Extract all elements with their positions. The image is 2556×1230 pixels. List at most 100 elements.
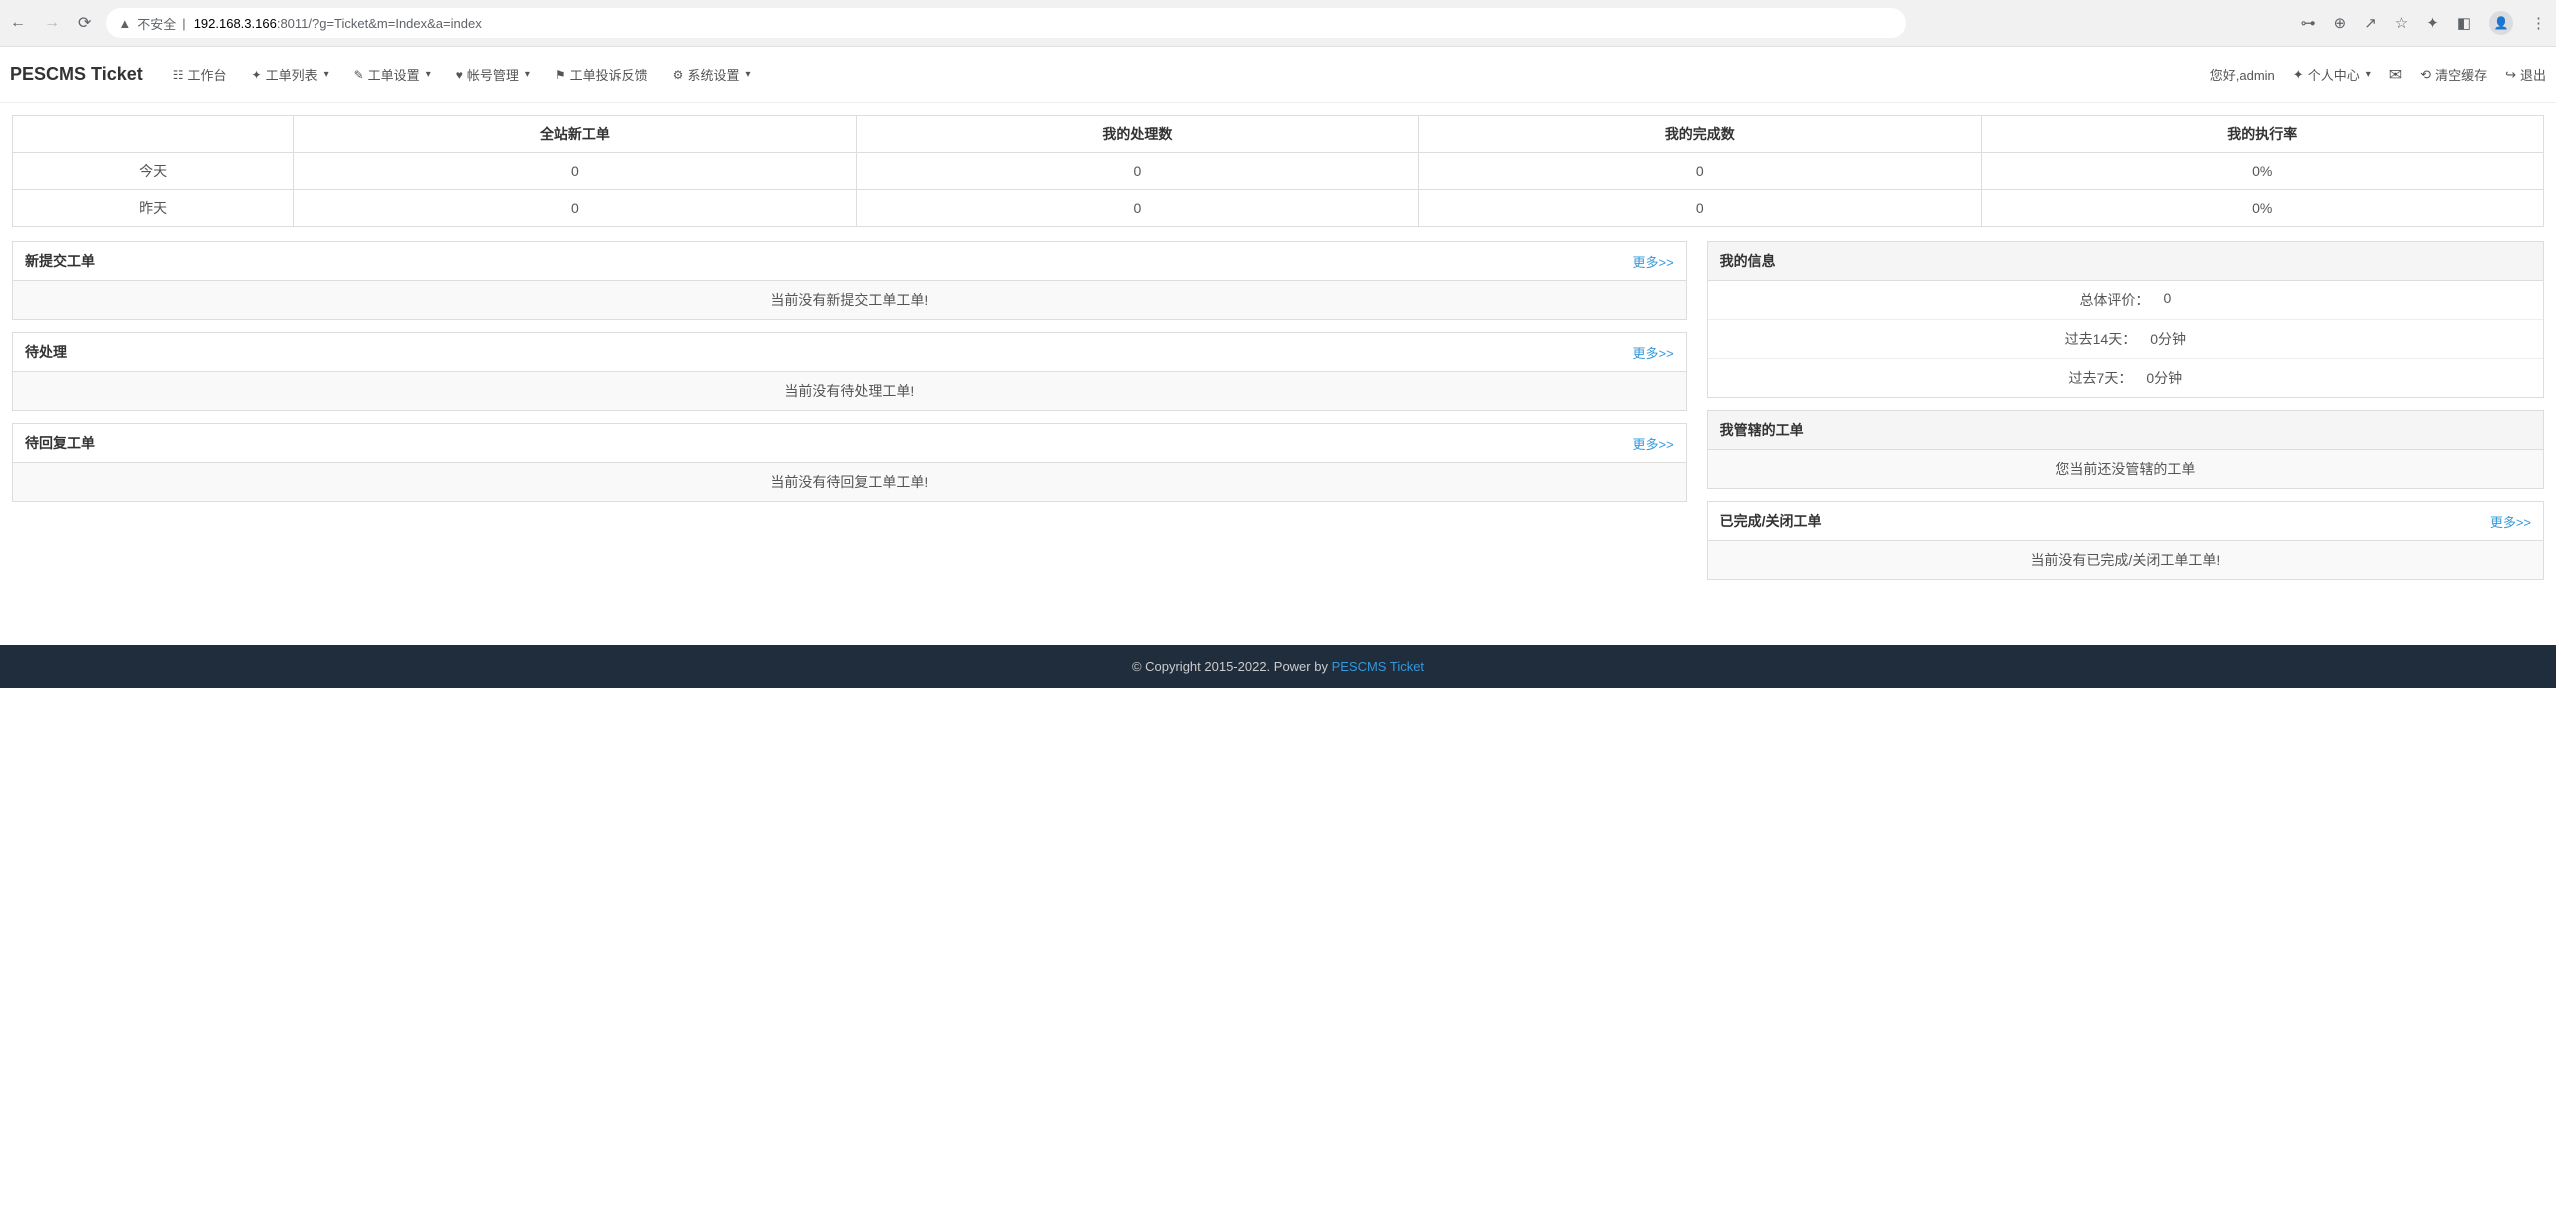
info-row-14days: 过去14天： 0分钟: [1708, 320, 2543, 359]
panel-title: 待回复工单: [25, 433, 95, 453]
panel-completed: 已完成/关闭工单 更多>> 当前没有已完成/关闭工单工单!: [1707, 501, 2544, 580]
reload-button[interactable]: ⟳: [78, 13, 91, 33]
chevron-down-icon: ▾: [324, 69, 329, 80]
stats-row-today: 今天 0 0 0 0%: [13, 153, 2544, 190]
stats-header-row: 全站新工单 我的处理数 我的完成数 我的执行率: [13, 116, 2544, 153]
greeting-text: 您好,admin: [2210, 65, 2275, 84]
forward-button[interactable]: →: [44, 14, 60, 32]
mail-button[interactable]: ✉: [2389, 65, 2402, 85]
nav-menu: ☷ 工作台 ✦ 工单列表 ▾ ✎ 工单设置 ▾ ♥ 帐号管理 ▾ ⚑ 工单投诉反…: [163, 57, 761, 92]
stats-header-processed: 我的处理数: [856, 116, 1418, 153]
cell-value: 0: [294, 153, 856, 190]
logout-label: 退出: [2520, 65, 2546, 84]
list-icon: ✦: [252, 68, 262, 82]
panel-new-tickets: 新提交工单 更多>> 当前没有新提交工单工单!: [12, 241, 1687, 320]
panel-body: 当前没有待处理工单!: [13, 372, 1686, 410]
footer-link[interactable]: PESCMS Ticket: [1332, 659, 1424, 674]
chevron-down-icon: ▾: [426, 69, 431, 80]
info-value: 0分钟: [2150, 329, 2186, 349]
security-indicator[interactable]: ▲ 不安全 |: [118, 14, 185, 33]
footer: © Copyright 2015-2022. Power by PESCMS T…: [0, 645, 2556, 688]
cell-value: 0: [856, 190, 1418, 227]
panel-title: 我的信息: [1720, 251, 1776, 271]
panel-header: 我管辖的工单: [1708, 411, 2543, 450]
panel-header: 待处理 更多>>: [13, 333, 1686, 372]
nav-label: 系统设置: [687, 65, 739, 84]
panel-managed: 我管辖的工单 您当前还没管辖的工单: [1707, 410, 2544, 489]
stats-header-new: 全站新工单: [294, 116, 856, 153]
cell-value: 0: [294, 190, 856, 227]
chevron-down-icon: ▾: [2366, 69, 2371, 80]
clear-cache[interactable]: ⟲ 清空缓存: [2420, 65, 2487, 84]
address-bar[interactable]: ▲ 不安全 | 192.168.3.166:8011/?g=Ticket&m=I…: [106, 8, 1906, 38]
stats-header-rate: 我的执行率: [1981, 116, 2543, 153]
bookmark-icon[interactable]: ☆: [2395, 14, 2408, 32]
flag-icon: ⚑: [555, 68, 566, 82]
panel-header: 新提交工单 更多>>: [13, 242, 1686, 281]
nav-complaints[interactable]: ⚑ 工单投诉反馈: [545, 57, 658, 92]
insecure-label: 不安全: [137, 14, 176, 33]
panels-row: 新提交工单 更多>> 当前没有新提交工单工单! 待处理 更多>> 当前没有待处理…: [12, 241, 2544, 580]
cell-value: 0: [1419, 153, 1981, 190]
menu-icon[interactable]: ⋮: [2531, 14, 2546, 32]
stats-header-completed: 我的完成数: [1419, 116, 1981, 153]
stats-table: 全站新工单 我的处理数 我的完成数 我的执行率 今天 0 0 0 0% 昨天 0…: [12, 115, 2544, 227]
app-header: PESCMS Ticket ☷ 工作台 ✦ 工单列表 ▾ ✎ 工单设置 ▾ ♥ …: [0, 47, 2556, 103]
account-icon: ♥: [456, 68, 463, 82]
row-label: 今天: [13, 153, 294, 190]
nav-label: 帐号管理: [467, 65, 519, 84]
panel-icon[interactable]: ◧: [2457, 14, 2471, 32]
url-host: 192.168.3.166: [194, 16, 277, 31]
panel-reply: 待回复工单 更多>> 当前没有待回复工单工单!: [12, 423, 1687, 502]
panel-title: 待处理: [25, 342, 67, 362]
panel-body: 当前没有新提交工单工单!: [13, 281, 1686, 319]
nav-account[interactable]: ♥ 帐号管理 ▾: [446, 57, 540, 92]
more-link[interactable]: 更多>>: [1632, 252, 1673, 271]
panel-header: 已完成/关闭工单 更多>>: [1708, 502, 2543, 541]
info-label: 过去7天：: [2069, 368, 2133, 388]
info-label: 总体评价：: [2079, 290, 2149, 310]
nav-ticket-settings[interactable]: ✎ 工单设置 ▾: [344, 57, 441, 92]
nav-label: 工单投诉反馈: [570, 65, 648, 84]
info-label: 过去14天：: [2065, 329, 2137, 349]
cell-value: 0: [856, 153, 1418, 190]
nav-ticket-list[interactable]: ✦ 工单列表 ▾: [242, 57, 339, 92]
panel-my-info: 我的信息 总体评价： 0 过去14天： 0分钟 过去7天： 0分钟: [1707, 241, 2544, 398]
cell-value: 0%: [1981, 153, 2543, 190]
share-icon[interactable]: ↗: [2364, 14, 2377, 32]
key-icon[interactable]: ⊶: [2301, 14, 2316, 32]
browser-actions: ⊶ ⊕ ↗ ☆ ✦ ◧ 👤 ⋮: [2301, 11, 2546, 35]
extensions-icon[interactable]: ✦: [2426, 14, 2439, 32]
cell-value: 0: [1419, 190, 1981, 227]
mail-icon: ✉: [2389, 65, 2402, 85]
more-link[interactable]: 更多>>: [2490, 512, 2531, 531]
info-value: 0分钟: [2146, 368, 2182, 388]
panel-title: 新提交工单: [25, 251, 95, 271]
person-icon: 👤: [2494, 16, 2509, 30]
personal-center[interactable]: ✦ 个人中心 ▾: [2293, 65, 2371, 84]
gear-icon: ⚙: [673, 68, 684, 82]
dashboard-icon: ☷: [173, 68, 184, 82]
nav-dashboard[interactable]: ☷ 工作台: [163, 57, 237, 92]
footer-text: © Copyright 2015-2022. Power by: [1132, 659, 1332, 674]
back-button[interactable]: ←: [10, 14, 26, 32]
more-link[interactable]: 更多>>: [1632, 434, 1673, 453]
nav-label: 工单列表: [266, 65, 318, 84]
panel-pending: 待处理 更多>> 当前没有待处理工单!: [12, 332, 1687, 411]
zoom-icon[interactable]: ⊕: [2334, 14, 2347, 32]
left-column: 新提交工单 更多>> 当前没有新提交工单工单! 待处理 更多>> 当前没有待处理…: [12, 241, 1687, 580]
brand-logo[interactable]: PESCMS Ticket: [10, 64, 143, 85]
profile-avatar[interactable]: 👤: [2489, 11, 2513, 35]
chevron-down-icon: ▾: [525, 69, 530, 80]
personal-label: 个人中心: [2308, 65, 2360, 84]
stats-row-yesterday: 昨天 0 0 0 0%: [13, 190, 2544, 227]
refresh-icon: ⟲: [2420, 67, 2431, 83]
panel-header: 我的信息: [1708, 242, 2543, 281]
logout[interactable]: ↪ 退出: [2505, 65, 2546, 84]
nav-system[interactable]: ⚙ 系统设置 ▾: [663, 57, 761, 92]
more-link[interactable]: 更多>>: [1632, 343, 1673, 362]
warning-icon: ▲: [118, 16, 131, 31]
nav-label: 工作台: [187, 65, 226, 84]
header-right: 您好,admin ✦ 个人中心 ▾ ✉ ⟲ 清空缓存 ↪ 退出: [2210, 65, 2546, 85]
stats-header-empty: [13, 116, 294, 153]
